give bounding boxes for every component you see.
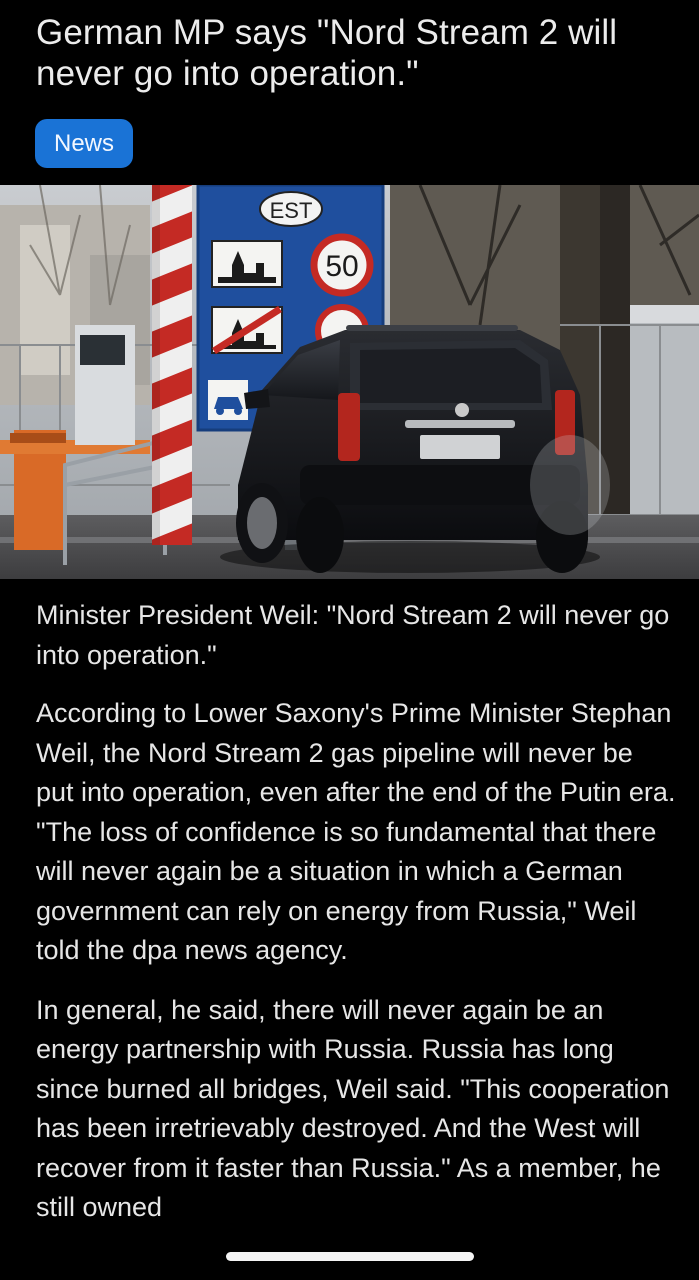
- article-paragraph: According to Lower Saxony's Prime Minist…: [36, 698, 676, 965]
- sign-country-code: EST: [270, 198, 313, 223]
- article-lead-paragraph: Minister President Weil: "Nord Stream 2 …: [36, 600, 670, 670]
- article-headline: German MP says "Nord Stream 2 will never…: [36, 13, 618, 93]
- speed-limit-value: 50: [325, 250, 358, 283]
- article-paragraph: In general, he said, there will never ag…: [36, 994, 670, 1223]
- home-indicator-bar[interactable]: [226, 1252, 474, 1261]
- hero-image: EST 50: [0, 185, 699, 579]
- article-body: Minister President Weil: "Nord Stream 2 …: [36, 596, 676, 1248]
- category-tag-news[interactable]: News: [35, 119, 134, 168]
